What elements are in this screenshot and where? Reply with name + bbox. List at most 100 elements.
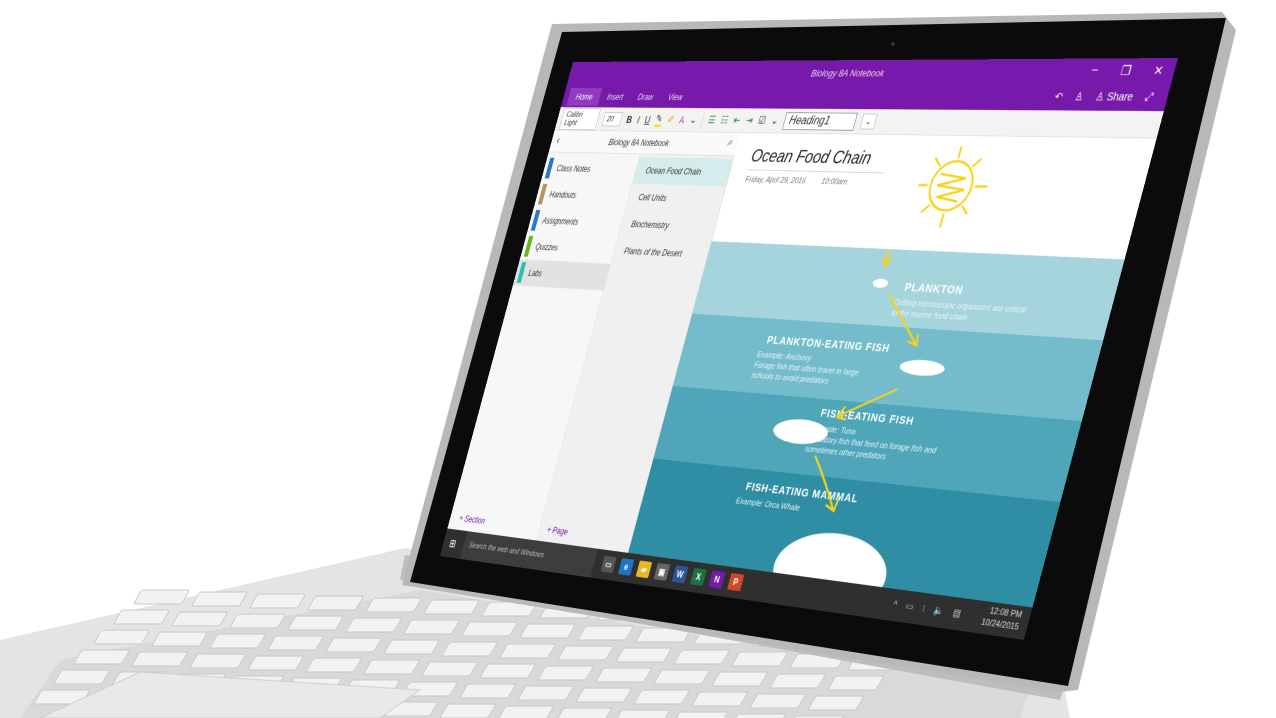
key[interactable] (750, 693, 806, 709)
key[interactable] (576, 687, 632, 703)
tray-icon[interactable]: 🔈 (933, 604, 946, 616)
taskbar-app-icon[interactable]: ▭ (600, 555, 617, 574)
underline-button[interactable]: U (643, 114, 651, 125)
font-color-icon[interactable]: A (678, 114, 686, 125)
search-icon[interactable]: ⌕ (725, 136, 734, 149)
key[interactable] (423, 599, 480, 615)
section-tab[interactable]: Handouts (534, 181, 632, 210)
italic-button[interactable]: I (636, 114, 641, 125)
taskbar-app-icon[interactable]: P (726, 573, 745, 592)
key[interactable] (363, 659, 420, 675)
key[interactable] (189, 653, 246, 669)
add-page-button[interactable]: + Page (546, 524, 569, 537)
page-title[interactable]: Ocean Food Chain (747, 146, 892, 174)
page-tab[interactable]: Plants of the Desert (611, 237, 711, 269)
key[interactable] (440, 703, 496, 718)
page-tab[interactable]: Cell Units (625, 184, 725, 214)
share-button[interactable]: ♙ Share (1094, 90, 1135, 104)
key[interactable] (653, 669, 710, 685)
taskbar-app-icon[interactable]: ▣ (653, 562, 671, 581)
taskbar-app-icon[interactable]: e (617, 558, 635, 576)
taskbar-app-icon[interactable]: N (708, 570, 726, 589)
taskbar-app-icon[interactable]: X (689, 567, 707, 587)
outdent-icon[interactable]: ⇤ (732, 114, 742, 126)
tray-icon[interactable]: ^ (892, 599, 899, 610)
indent-icon[interactable]: ⇥ (744, 114, 755, 126)
taskbar-app-icon[interactable]: ▰ (635, 560, 653, 579)
key[interactable] (383, 639, 440, 655)
numbering-icon[interactable]: ☷ (719, 114, 730, 126)
key[interactable] (808, 695, 864, 711)
key[interactable] (131, 651, 188, 667)
list-more-chevron-icon[interactable]: ⌄ (770, 114, 780, 126)
key[interactable] (634, 689, 690, 705)
tray-icon[interactable]: ▭ (905, 600, 915, 612)
highlighter-icon[interactable]: ✎ (653, 112, 665, 127)
key[interactable] (249, 593, 306, 609)
key[interactable] (730, 713, 786, 718)
tray-icon[interactable]: ⁝ (921, 603, 926, 614)
key[interactable] (307, 595, 364, 611)
style-dropdown[interactable]: Heading1 (781, 111, 858, 131)
key[interactable] (403, 619, 460, 635)
key[interactable] (692, 691, 748, 707)
key[interactable] (519, 623, 576, 639)
key[interactable] (498, 705, 554, 718)
key[interactable] (287, 615, 344, 631)
key[interactable] (209, 633, 266, 649)
back-icon[interactable]: ‹ (555, 135, 561, 147)
key[interactable] (53, 669, 110, 685)
section-tab[interactable]: Labs (512, 259, 611, 291)
font-size-field[interactable]: 20 (601, 111, 624, 127)
key[interactable] (133, 589, 190, 605)
format-painter-icon[interactable]: ✐ (666, 114, 675, 126)
key[interactable] (151, 631, 208, 647)
key[interactable] (537, 665, 594, 681)
windows-start-icon[interactable]: ⊞ (448, 537, 458, 551)
section-tab[interactable]: Assignments (527, 207, 625, 237)
key[interactable] (614, 709, 670, 718)
key[interactable] (305, 657, 362, 673)
key[interactable] (73, 649, 130, 665)
key[interactable] (441, 641, 498, 657)
bold-button[interactable]: B (625, 114, 633, 125)
tab-view[interactable]: View (658, 88, 692, 106)
key[interactable] (556, 707, 612, 718)
key[interactable] (325, 637, 382, 653)
key[interactable] (191, 591, 248, 607)
todo-checkbox-icon[interactable]: ☑ (757, 114, 767, 126)
font-name-field[interactable]: Calibri Light (558, 107, 602, 130)
key[interactable] (267, 635, 324, 651)
taskbar-app-icon[interactable]: W (671, 565, 689, 584)
key[interactable] (827, 675, 884, 691)
section-tab[interactable]: Class Notes (541, 155, 639, 184)
account-icon[interactable]: ♙ (1073, 90, 1085, 103)
key[interactable] (459, 683, 516, 699)
key[interactable] (247, 655, 304, 671)
key[interactable] (577, 625, 634, 641)
key[interactable] (229, 613, 286, 629)
bullets-icon[interactable]: ☰ (707, 114, 717, 126)
key[interactable] (421, 661, 478, 677)
key[interactable] (672, 711, 728, 718)
key[interactable] (499, 643, 556, 659)
tray-icon[interactable]: ▤ (952, 607, 962, 619)
tab-home[interactable]: Home (566, 87, 603, 106)
key[interactable] (171, 611, 228, 627)
key[interactable] (711, 671, 768, 687)
key[interactable] (365, 597, 422, 613)
key[interactable] (615, 647, 672, 663)
key[interactable] (557, 645, 614, 661)
key[interactable] (731, 651, 788, 667)
style-chevron-icon[interactable]: ⌄ (859, 113, 878, 130)
key[interactable] (345, 617, 402, 633)
key[interactable] (479, 663, 536, 679)
page-tab[interactable]: Ocean Food Chain (632, 156, 734, 187)
key[interactable] (518, 685, 574, 701)
key[interactable] (595, 667, 652, 683)
key[interactable] (673, 649, 730, 665)
undo-icon[interactable]: ↶ (1053, 90, 1064, 103)
key[interactable] (769, 673, 826, 689)
key[interactable] (461, 621, 518, 637)
key[interactable] (93, 629, 150, 645)
